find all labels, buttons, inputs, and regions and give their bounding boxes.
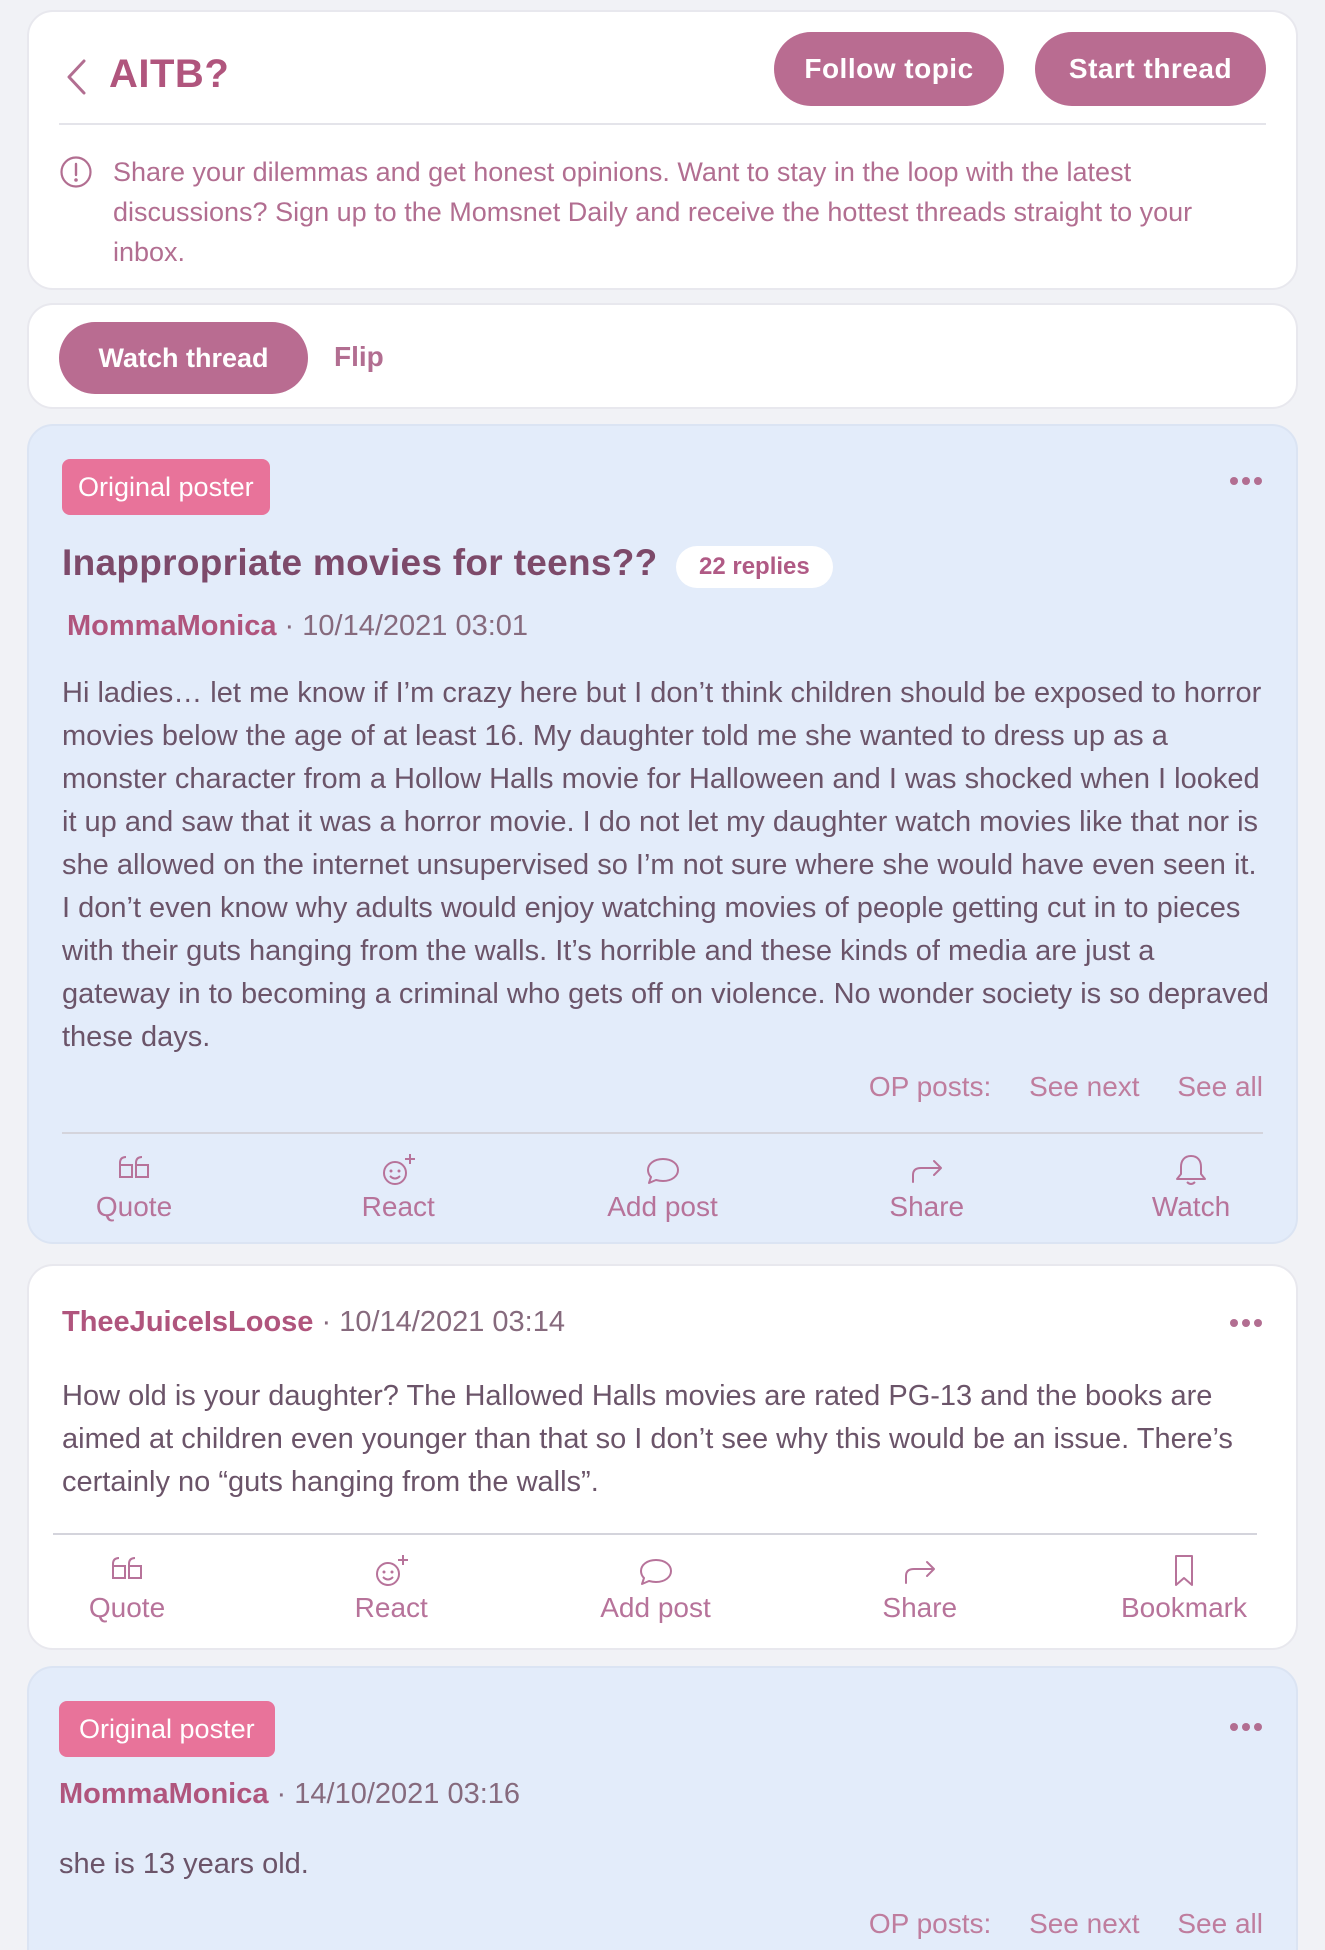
quote-button[interactable]: Quote	[52, 1552, 202, 1624]
topic-title: AITB?	[109, 52, 230, 96]
post-timestamp: · 10/14/2021 03:14	[321, 1306, 565, 1338]
op-posts-nav: OP posts: See next See all	[839, 1908, 1263, 1940]
quote-icon	[112, 1557, 142, 1579]
header-divider	[59, 123, 1266, 125]
thread-title: Inappropriate movies for teens??	[62, 542, 658, 583]
post-body: she is 13 years old.	[59, 1848, 309, 1880]
post-card: TheeJuiceIsLoose · 10/14/2021 03:14 How …	[27, 1264, 1298, 1650]
post-author[interactable]: TheeJuiceIsLoose	[62, 1306, 313, 1338]
replies-count-badge: 22 replies	[676, 546, 833, 588]
emoji-plus-icon	[376, 1555, 409, 1586]
emoji-plus-icon	[383, 1154, 416, 1185]
share-label: Share	[889, 1191, 965, 1222]
watch-button[interactable]: Watch	[1116, 1151, 1266, 1223]
bookmark-label: Bookmark	[1120, 1592, 1248, 1623]
react-button[interactable]: React	[316, 1552, 466, 1624]
post-body: Hi ladies… let me know if I’m crazy here…	[62, 677, 1269, 1053]
topic-description: Share your dilemmas and get honest opini…	[113, 152, 1253, 272]
op-posts-label: OP posts:	[868, 1071, 992, 1102]
more-dots-icon[interactable]	[1228, 1316, 1264, 1328]
bell-icon	[1176, 1155, 1206, 1185]
post-author[interactable]: MommaMonica	[59, 1778, 268, 1810]
share-button[interactable]: Share	[845, 1552, 995, 1624]
react-label: React	[354, 1592, 428, 1623]
react-button[interactable]: React	[323, 1151, 473, 1223]
more-dots-icon[interactable]	[1228, 474, 1264, 486]
quote-icon	[119, 1156, 149, 1178]
post-meta: MommaMonica · 14/10/2021 03:16	[59, 1778, 520, 1811]
chevron-left-icon[interactable]	[65, 48, 99, 106]
post-card: Original poster MommaMonica · 14/10/2021…	[27, 1666, 1298, 1950]
see-next-link[interactable]: See next	[1029, 1908, 1140, 1939]
add-post-button[interactable]: Add post	[581, 1552, 731, 1624]
watch-thread-button[interactable]: Watch thread	[59, 322, 308, 394]
original-poster-badge: Original poster	[62, 459, 270, 515]
more-dots-icon[interactable]	[1228, 1720, 1264, 1732]
bookmark-icon	[1175, 1555, 1193, 1586]
op-posts-label: OP posts:	[868, 1908, 992, 1939]
post-meta: MommaMonica · 10/14/2021 03:01	[67, 610, 528, 643]
share-button[interactable]: Share	[852, 1151, 1002, 1223]
quote-button[interactable]: Quote	[59, 1151, 209, 1223]
bookmark-button[interactable]: Bookmark	[1109, 1552, 1259, 1624]
add-post-label: Add post	[607, 1191, 718, 1222]
post-divider	[62, 1132, 1263, 1134]
follow-topic-button[interactable]: Follow topic	[774, 32, 1004, 106]
post-actions: Quote React Add post Share Watch	[59, 1151, 1266, 1223]
speech-bubble-icon	[639, 1559, 672, 1585]
post-author[interactable]: MommaMonica	[67, 610, 276, 642]
flip-link[interactable]: Flip	[334, 341, 384, 373]
post-meta: TheeJuiceIsLoose · 10/14/2021 03:14	[62, 1306, 565, 1339]
thread-actions-card: Watch thread Flip	[27, 303, 1298, 409]
quote-label: Quote	[95, 1191, 173, 1222]
post-timestamp: · 14/10/2021 03:16	[276, 1778, 521, 1810]
post-timestamp: · 10/14/2021 03:01	[284, 610, 529, 642]
newsletter-signup-link[interactable]: Sign up to the Momsnet Daily	[275, 197, 628, 227]
quote-label: Quote	[88, 1592, 166, 1623]
info-circle-icon	[59, 155, 93, 189]
add-post-label: Add post	[600, 1592, 711, 1623]
post-card: Original poster Inappropriate movies for…	[27, 424, 1298, 1244]
see-next-link[interactable]: See next	[1029, 1071, 1140, 1102]
post-actions: Quote React Add post Share Bookmark	[52, 1552, 1259, 1624]
add-post-button[interactable]: Add post	[588, 1151, 738, 1223]
start-thread-button[interactable]: Start thread	[1035, 32, 1266, 106]
watch-label: Watch	[1151, 1191, 1231, 1222]
share-label: Share	[882, 1592, 958, 1623]
post-divider	[53, 1533, 1257, 1535]
share-arrow-icon	[904, 1561, 935, 1584]
original-poster-badge: Original poster	[59, 1701, 275, 1757]
see-all-link[interactable]: See all	[1177, 1908, 1263, 1939]
op-posts-nav: OP posts: See next See all	[839, 1071, 1263, 1103]
share-arrow-icon	[911, 1160, 942, 1183]
react-label: React	[361, 1191, 435, 1222]
speech-bubble-icon	[646, 1158, 679, 1184]
topic-header-card: AITB? Follow topic Start thread Share yo…	[27, 10, 1298, 290]
see-all-link[interactable]: See all	[1177, 1071, 1263, 1102]
post-body: How old is your daughter? The Hallowed H…	[62, 1380, 1233, 1498]
